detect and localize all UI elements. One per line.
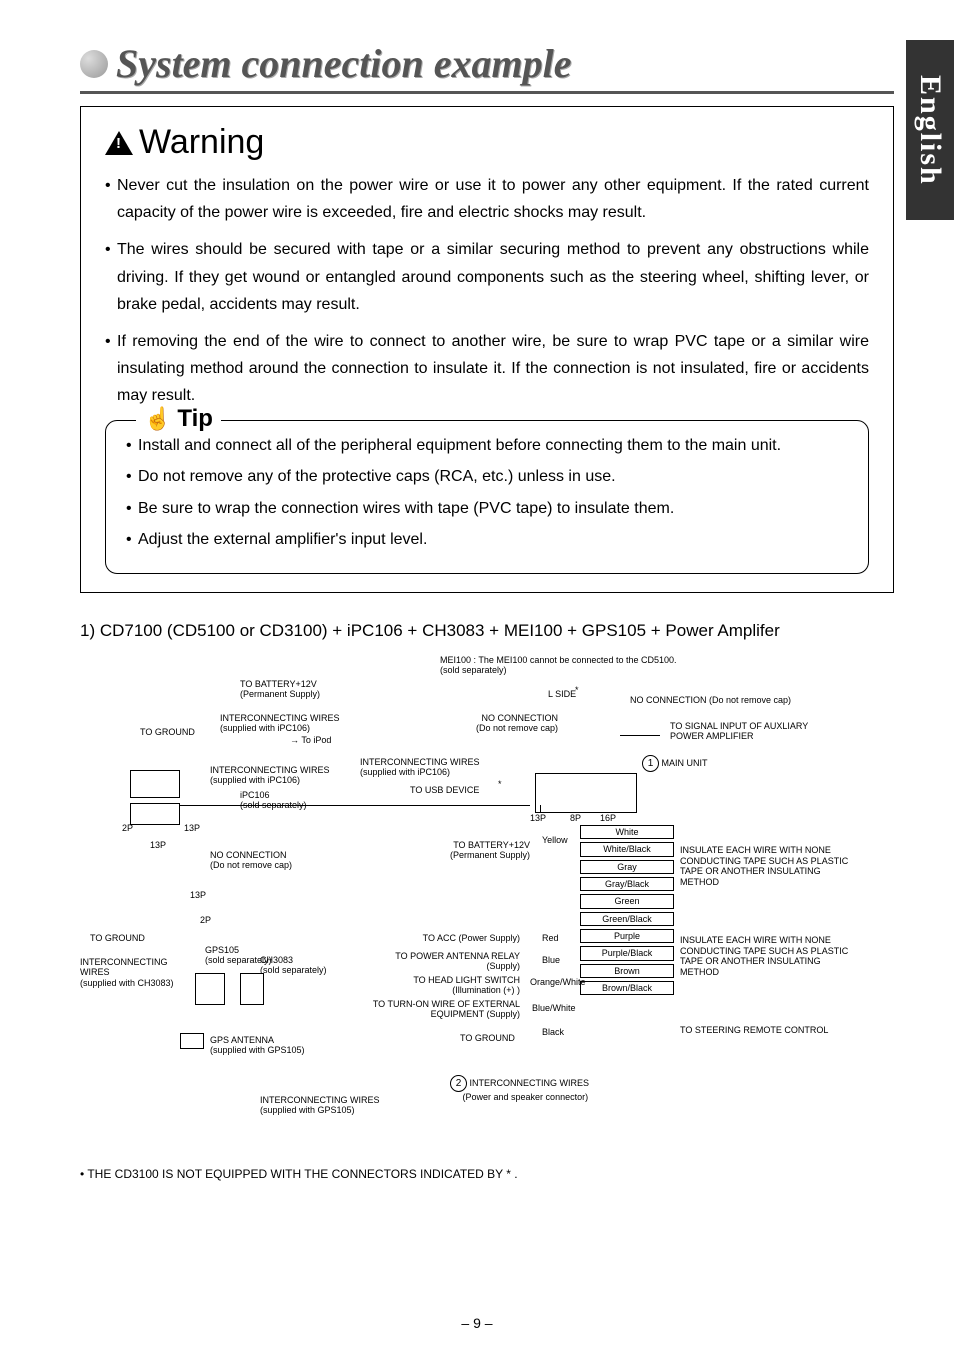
8p-bottom: 8P (570, 813, 581, 823)
section-heading: 1) CD7100 (CD5100 or CD3100) + iPC106 + … (80, 621, 894, 641)
no-connection-c: NO CONNECTION (Do not remove cap) (630, 695, 791, 705)
l-side-label: L SIDE (548, 689, 576, 699)
to-headlight: TO HEAD LIGHT SWITCH (Illumination (+) ) (372, 975, 520, 996)
interconnect-power-speaker: 2 INTERCONNECTING WIRES (Power and speak… (450, 1075, 589, 1102)
wire-color: White/Black (580, 842, 674, 856)
interconnect-ipc106-c: INTERCONNECTING WIRES(supplied with iPC1… (360, 757, 480, 778)
mei100-note: MEI100 : The MEI100 cannot be connected … (440, 655, 677, 676)
black-label: Black (542, 1027, 564, 1037)
wiring-diagram: MEI100 : The MEI100 cannot be connected … (80, 655, 894, 1155)
ipc106-label: iPC106(sold separately) (240, 790, 307, 811)
wire-color: Purple (580, 929, 674, 943)
tip-item: Do not remove any of the protective caps… (126, 464, 848, 490)
warning-heading: Warning (105, 123, 869, 162)
tip-box: ☝ Tip Install and connect all of the per… (105, 420, 869, 574)
signal-input-label: TO SIGNAL INPUT OF AUXLIARY POWER AMPLIF… (670, 721, 840, 742)
circle-1-icon: 1 (642, 755, 659, 772)
tip-item: Be sure to wrap the connection wires wit… (126, 496, 848, 522)
speaker-wire-list: White White/Black Gray Gray/Black Green … (580, 825, 674, 998)
wire-color: Gray (580, 860, 674, 874)
main-unit-label: 1 MAIN UNIT (642, 755, 708, 772)
warning-heading-text: Warning (139, 123, 264, 162)
2p-label: 2P (122, 823, 133, 833)
interconnect-ipc106-a: INTERCONNECTING WIRES(supplied with iPC1… (220, 713, 340, 734)
circle-2-icon: 2 (450, 1075, 467, 1092)
page-number: – 9 – (0, 1315, 954, 1331)
ipc106-box (130, 770, 180, 798)
to-ground-3: TO GROUND (90, 933, 145, 943)
13p-label-b: 13P (150, 840, 166, 850)
wire-color: Purple/Black (580, 946, 674, 960)
main-unit-box (535, 773, 637, 813)
13p-bottom: 13P (530, 813, 546, 823)
16p-bottom: 16P (600, 813, 616, 823)
to-ipod-label: → To iPod (290, 735, 331, 745)
tip-heading: ☝ Tip (136, 405, 221, 433)
insulate-note-b: INSULATE EACH WIRE WITH NONE CONDUCTING … (680, 935, 850, 978)
13p-label-c: 13P (190, 890, 206, 900)
orange-white-label: Orange/White (530, 977, 586, 987)
warning-triangle-icon (105, 131, 133, 155)
title-text: System connection example (116, 40, 572, 87)
wire-color: Gray/Black (580, 877, 674, 891)
wire-color: Brown (580, 964, 674, 978)
warning-item: The wires should be secured with tape or… (105, 236, 869, 318)
gps-antenna-box (180, 1033, 204, 1049)
insulate-note-a: INSULATE EACH WIRE WITH NONE CONDUCTING … (680, 845, 850, 888)
ch3083-box (240, 973, 264, 1005)
to-battery-label: TO BATTERY+12V(Permanent Supply) (240, 679, 320, 700)
wire-color: Green (580, 894, 674, 908)
wire-color: Brown/Black (580, 981, 674, 995)
tip-heading-text: Tip (177, 405, 213, 433)
blue-label: Blue (542, 955, 560, 965)
interconnect-gps: INTERCONNECTING WIRES(supplied with GPS1… (260, 1095, 380, 1116)
yellow-label: Yellow (542, 835, 568, 845)
to-usb-label: TO USB DEVICE (410, 785, 479, 795)
to-ground-label: TO GROUND (140, 727, 195, 737)
gps-antenna-label: GPS ANTENNA(supplied with GPS105) (210, 1035, 305, 1056)
wire-color: Green/Black (580, 912, 674, 926)
red-label: Red (542, 933, 559, 943)
language-tab: English (906, 40, 954, 220)
interconnect-ch3083: INTERCONNECTING WIRES(supplied with CH30… (80, 957, 175, 988)
warning-box: Warning Never cut the insulation on the … (80, 106, 894, 593)
warning-item: Never cut the insulation on the power wi… (105, 172, 869, 226)
no-connection-a: NO CONNECTION(Do not remove cap) (210, 850, 292, 871)
13p-label: 13P (184, 823, 200, 833)
blue-white-label: Blue/White (532, 1003, 576, 1013)
gps105-box (195, 973, 225, 1005)
steering-label: TO STEERING REMOTE CONTROL (680, 1025, 860, 1036)
asterisk-a: * (575, 685, 579, 695)
warning-item: If removing the end of the wire to conne… (105, 328, 869, 410)
to-ground-2: TO GROUND (460, 1033, 515, 1043)
tip-item: Install and connect all of the periphera… (126, 433, 848, 459)
to-power-antenna: TO POWER ANTENNA RELAY (Supply) (380, 951, 520, 972)
wire-color: White (580, 825, 674, 839)
to-acc: TO ACC (Power Supply) (400, 933, 520, 943)
footnote: • THE CD3100 IS NOT EQUIPPED WITH THE CO… (80, 1167, 894, 1181)
to-turnon: TO TURN-ON WIRE OF EXTERNAL EQUIPMENT (S… (360, 999, 520, 1020)
hand-icon: ☝ (144, 406, 171, 432)
to-battery-2: TO BATTERY+12V(Permanent Supply) (410, 840, 530, 861)
asterisk-b: * (498, 779, 502, 789)
connector-box (130, 803, 180, 825)
interconnect-ipc106-b: INTERCONNECTING WIRES(supplied with iPC1… (210, 765, 330, 786)
page-title: System connection example (80, 40, 894, 94)
2p-label-b: 2P (200, 915, 211, 925)
ch3083-label: CH3083(sold separately) (260, 955, 327, 976)
title-bullet-icon (80, 50, 108, 78)
tip-item: Adjust the external amplifier's input le… (126, 527, 848, 553)
tip-list: Install and connect all of the periphera… (126, 433, 848, 553)
warning-list: Never cut the insulation on the power wi… (105, 172, 869, 410)
no-connection-b: NO CONNECTION(Do not remove cap) (438, 713, 558, 734)
